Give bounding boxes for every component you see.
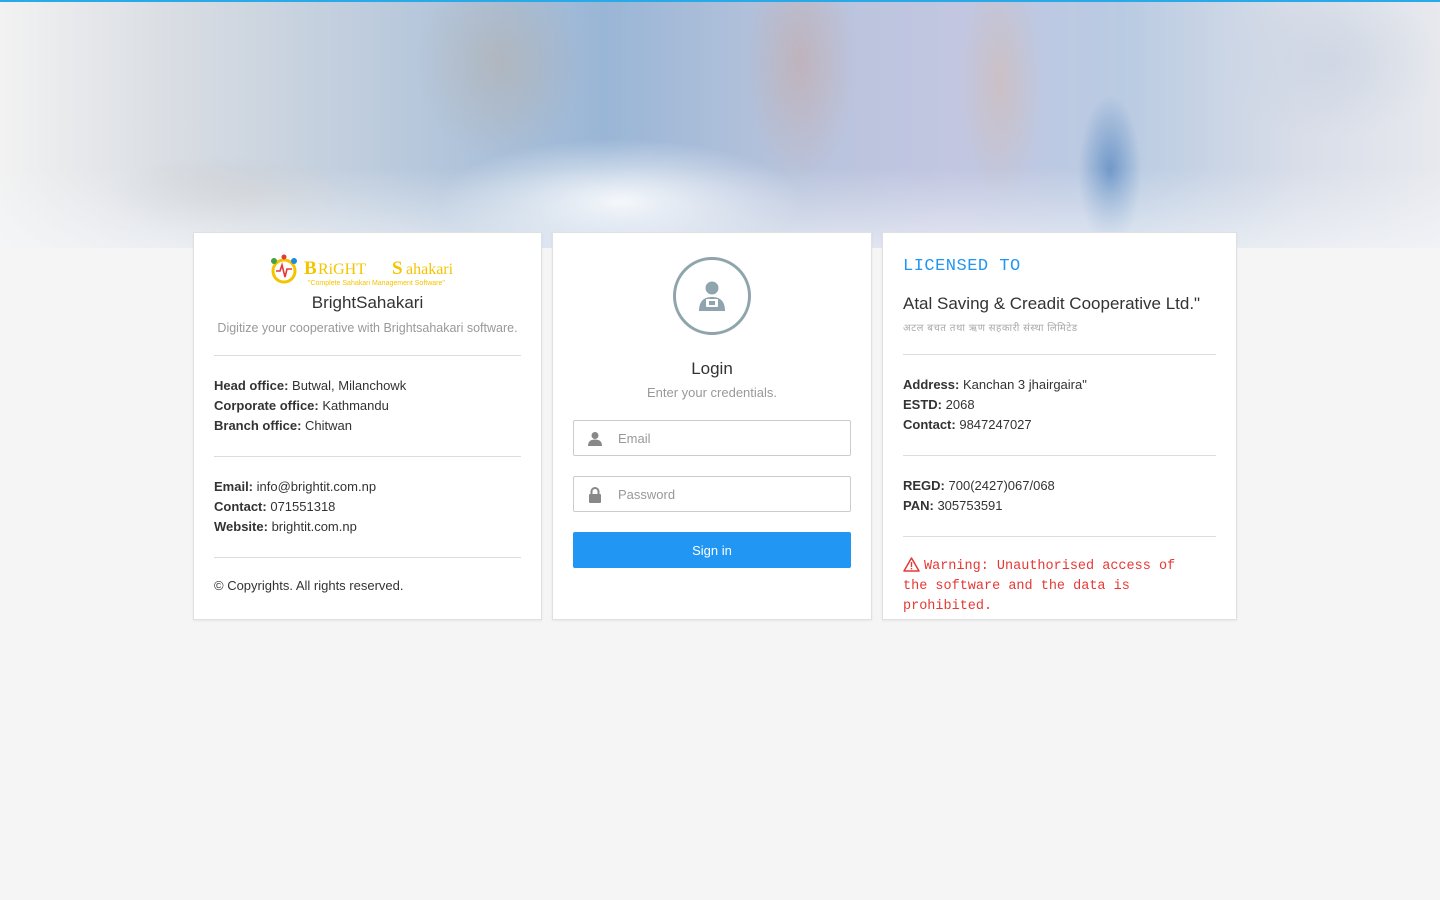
company-info-card: B RiGHT S ahakari "Complete Sahakari Man… <box>193 232 542 620</box>
password-field-wrapper <box>573 476 851 512</box>
divider <box>214 355 521 356</box>
head-office-line: Head office: Butwal, Milanchowk <box>214 378 407 393</box>
bright-sahakari-logo: B RiGHT S ahakari "Complete Sahakari Man… <box>270 254 454 287</box>
registration-details: REGD: 700(2427)067/068 PAN: 305753591 <box>903 476 1216 516</box>
brand-tagline: Digitize your cooperative with Brightsah… <box>217 321 518 335</box>
estd-line: ESTD: 2068 <box>903 397 975 412</box>
branch-office-line: Branch office: Chitwan <box>214 418 352 433</box>
login-card: Login Enter your credentials. Sign in <box>552 232 872 620</box>
email-input[interactable] <box>608 421 848 455</box>
svg-text:ahakari: ahakari <box>406 261 454 278</box>
svg-text:RiGHT: RiGHT <box>318 261 366 278</box>
sign-in-button[interactable]: Sign in <box>573 532 851 568</box>
unauthorised-access-warning: Warning: Unauthorised access of the soft… <box>903 557 1176 614</box>
corporate-office-line: Corporate office: Kathmandu <box>214 398 389 413</box>
hero-background <box>0 2 1440 248</box>
divider <box>903 354 1216 355</box>
regd-line: REGD: 700(2427)067/068 <box>903 478 1055 493</box>
warning-icon <box>903 557 920 572</box>
login-title: Login <box>691 359 733 378</box>
svg-text:"Complete Sahakari Management: "Complete Sahakari Management Software" <box>308 280 445 287</box>
address-line: Address: Kanchan 3 jhairgaira" <box>903 377 1087 392</box>
contact-line: Contact: 071551318 <box>214 499 336 514</box>
divider <box>903 455 1216 456</box>
licensee-name: Atal Saving & Creadit Cooperative Ltd." <box>903 294 1201 313</box>
svg-text:B: B <box>304 258 317 279</box>
password-input[interactable] <box>608 477 848 511</box>
website-line: Website: brightit.com.np <box>214 519 357 534</box>
office-list: Head office: Butwal, Milanchowk Corporat… <box>214 376 521 436</box>
licensee-contact-line: Contact: 9847247027 <box>903 417 1032 432</box>
login-subtitle: Enter your credentials. <box>646 385 778 400</box>
divider <box>903 536 1216 537</box>
top-accent-line <box>0 0 1440 2</box>
user-icon <box>699 281 725 311</box>
copyright-text: © Copyrights. All rights reserved. <box>214 578 404 593</box>
license-card: LICENSED TO Atal Saving & Creadit Cooper… <box>882 232 1237 620</box>
email-line: Email: info@brightit.com.np <box>214 479 377 494</box>
contact-list: Email: info@brightit.com.np Contact: 071… <box>214 477 521 537</box>
svg-text:S: S <box>392 258 403 279</box>
lock-icon <box>589 487 601 503</box>
brand-name: BrightSahakari <box>311 293 424 312</box>
pan-line: PAN: 305753591 <box>903 498 1003 513</box>
login-form <box>573 420 851 512</box>
user-icon <box>588 432 602 446</box>
divider <box>214 557 521 558</box>
licensed-to-heading: LICENSED TO <box>903 257 1021 276</box>
divider <box>214 456 521 457</box>
licensee-name-nepali: अटल बचत तथा ऋण सहकारी संस्था लिमिटेड <box>903 323 1078 334</box>
licensee-details: Address: Kanchan 3 jhairgaira" ESTD: 206… <box>903 375 1216 435</box>
user-avatar <box>673 257 751 335</box>
email-field-wrapper <box>573 420 851 456</box>
